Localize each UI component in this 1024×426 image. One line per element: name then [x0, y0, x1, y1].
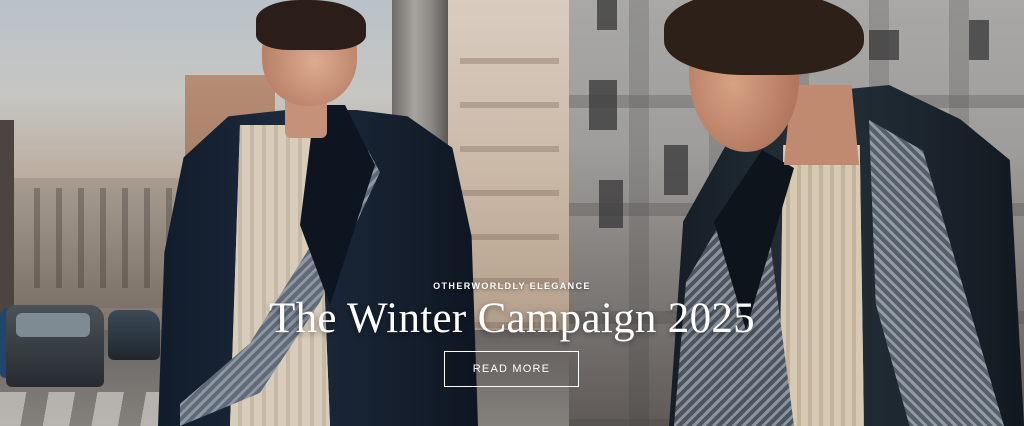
hero-eyebrow: OTHERWORLDLY ELEGANCE [433, 281, 591, 291]
hero-title: The Winter Campaign 2025 [269, 295, 755, 342]
hero-banner: OTHERWORLDLY ELEGANCE The Winter Campaig… [0, 0, 1024, 426]
hero-text-overlay: OTHERWORLDLY ELEGANCE The Winter Campaig… [0, 0, 1024, 426]
read-more-button[interactable]: READ MORE [444, 351, 579, 387]
